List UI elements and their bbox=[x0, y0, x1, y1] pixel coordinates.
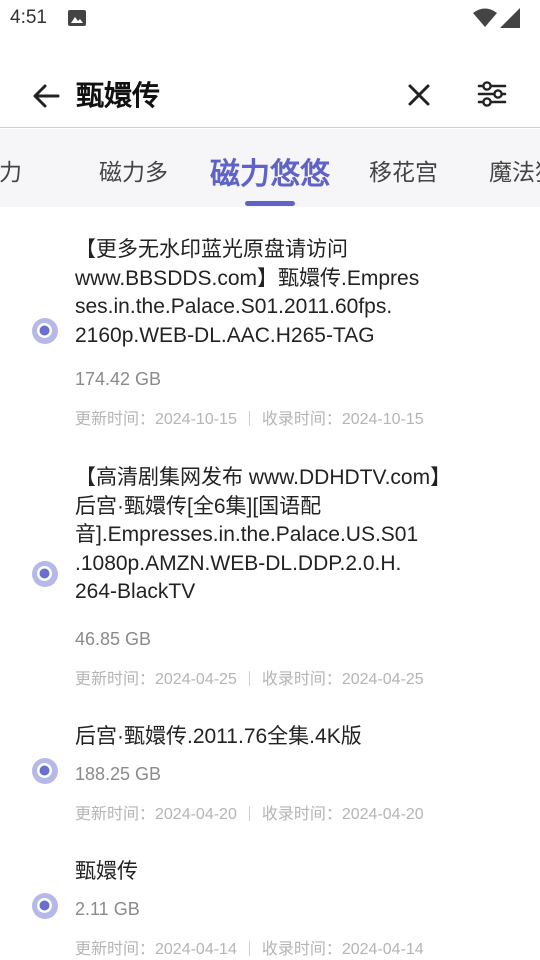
list-item[interactable]: 甄嬛传 2.11 GB 更新时间：2024-04-14 收录时间：2024-04-… bbox=[0, 858, 540, 958]
source-tabs: 磁力 磁力多 磁力悠悠 移花宫 魔法猫 bbox=[0, 129, 540, 207]
result-size: 46.85 GB bbox=[75, 629, 152, 649]
magnet-search-icon bbox=[32, 758, 58, 784]
tab-yihuagong[interactable]: 移花宫 bbox=[369, 153, 438, 187]
close-icon[interactable] bbox=[402, 78, 436, 112]
result-size: 188.25 GB bbox=[75, 764, 162, 784]
image-notification-icon bbox=[68, 10, 86, 26]
list-item[interactable]: 【更多无水印蓝光原盘请访问 www.BBSDDS.com】甄嬛传.Empres … bbox=[0, 230, 540, 435]
list-item[interactable]: 后宫·甄嬛传.2011.76全集.4K版 188.25 GB 更新时间：2024… bbox=[0, 723, 540, 823]
result-title: 【更多无水印蓝光原盘请访问 www.BBSDDS.com】甄嬛传.Empres … bbox=[75, 238, 420, 347]
status-time: 4:51 bbox=[10, 7, 47, 28]
tab-indicator bbox=[245, 201, 295, 206]
result-title: 甄嬛传 bbox=[75, 860, 138, 883]
tab-ciliyouyou[interactable]: 磁力悠悠 bbox=[210, 149, 330, 193]
list-item[interactable]: 【高清剧集网发布 www.DDHDTV.com】 后宫·甄嬛传[全6集][国语配… bbox=[0, 463, 540, 693]
tab-mofamao[interactable]: 魔法猫 bbox=[489, 153, 540, 187]
result-title: 后宫·甄嬛传.2011.76全集.4K版 bbox=[75, 725, 362, 748]
wifi-icon bbox=[473, 8, 497, 27]
back-arrow-icon[interactable] bbox=[28, 78, 64, 114]
result-dates: 更新时间：2024-10-15 收录时间：2024-10-15 bbox=[75, 411, 424, 428]
search-header: 甄嬛传 bbox=[0, 56, 540, 128]
magnet-search-icon bbox=[32, 893, 58, 919]
tab-cili[interactable]: 磁力 bbox=[0, 153, 22, 187]
result-dates: 更新时间：2024-04-14 收录时间：2024-04-14 bbox=[75, 941, 424, 958]
result-dates: 更新时间：2024-04-25 收录时间：2024-04-25 bbox=[75, 671, 424, 688]
signal-icon bbox=[500, 8, 520, 28]
result-title: 【高清剧集网发布 www.DDHDTV.com】 后宫·甄嬛传[全6集][国语配… bbox=[75, 466, 452, 603]
result-dates: 更新时间：2024-04-20 收录时间：2024-04-20 bbox=[75, 806, 424, 823]
result-size: 2.11 GB bbox=[75, 899, 140, 919]
search-input[interactable]: 甄嬛传 bbox=[76, 74, 160, 114]
tab-ciliduo[interactable]: 磁力多 bbox=[99, 153, 168, 187]
magnet-search-icon bbox=[32, 561, 58, 587]
magnet-search-icon bbox=[32, 318, 58, 344]
status-bar: 4:51 bbox=[0, 0, 540, 38]
result-size: 174.42 GB bbox=[75, 369, 162, 389]
filter-settings-icon[interactable] bbox=[474, 76, 510, 112]
